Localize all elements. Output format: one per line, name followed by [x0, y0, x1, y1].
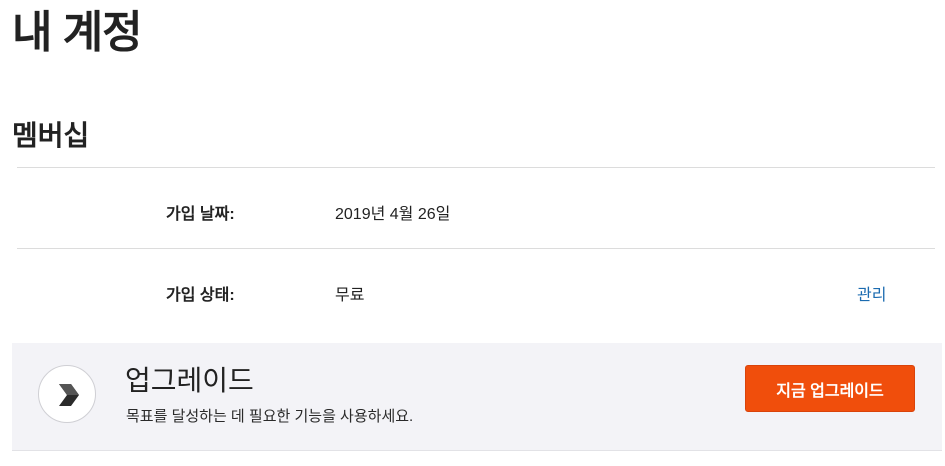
manage-link[interactable]: 관리 [857, 281, 886, 305]
divider [17, 248, 935, 249]
upgrade-now-button[interactable]: 지금 업그레이드 [745, 365, 915, 412]
page-title: 내 계정 [12, 8, 143, 57]
chevron-right-icon [38, 365, 96, 423]
join-date-row: 가입 날짜: 2019년 4월 26일 [17, 190, 935, 230]
upgrade-panel: 업그레이드 목표를 달성하는 데 필요한 기능을 사용하세요. 지금 업그레이드 [12, 343, 942, 451]
membership-status-row: 가입 상태: 무료 관리 [17, 271, 935, 311]
join-date-value: 2019년 4월 26일 [335, 206, 451, 223]
upgrade-title: 업그레이드 [125, 365, 254, 396]
account-page: 내 계정 멤버십 가입 날짜: 2019년 4월 26일 가입 상태: 무료 관… [0, 0, 945, 466]
membership-status-value: 무료 [335, 287, 365, 304]
upgrade-description: 목표를 달성하는 데 필요한 기능을 사용하세요. [126, 408, 414, 425]
join-date-label: 가입 날짜: [166, 206, 235, 223]
membership-section-title: 멤버십 [12, 120, 90, 151]
divider [17, 167, 935, 168]
membership-status-label: 가입 상태: [166, 287, 235, 304]
